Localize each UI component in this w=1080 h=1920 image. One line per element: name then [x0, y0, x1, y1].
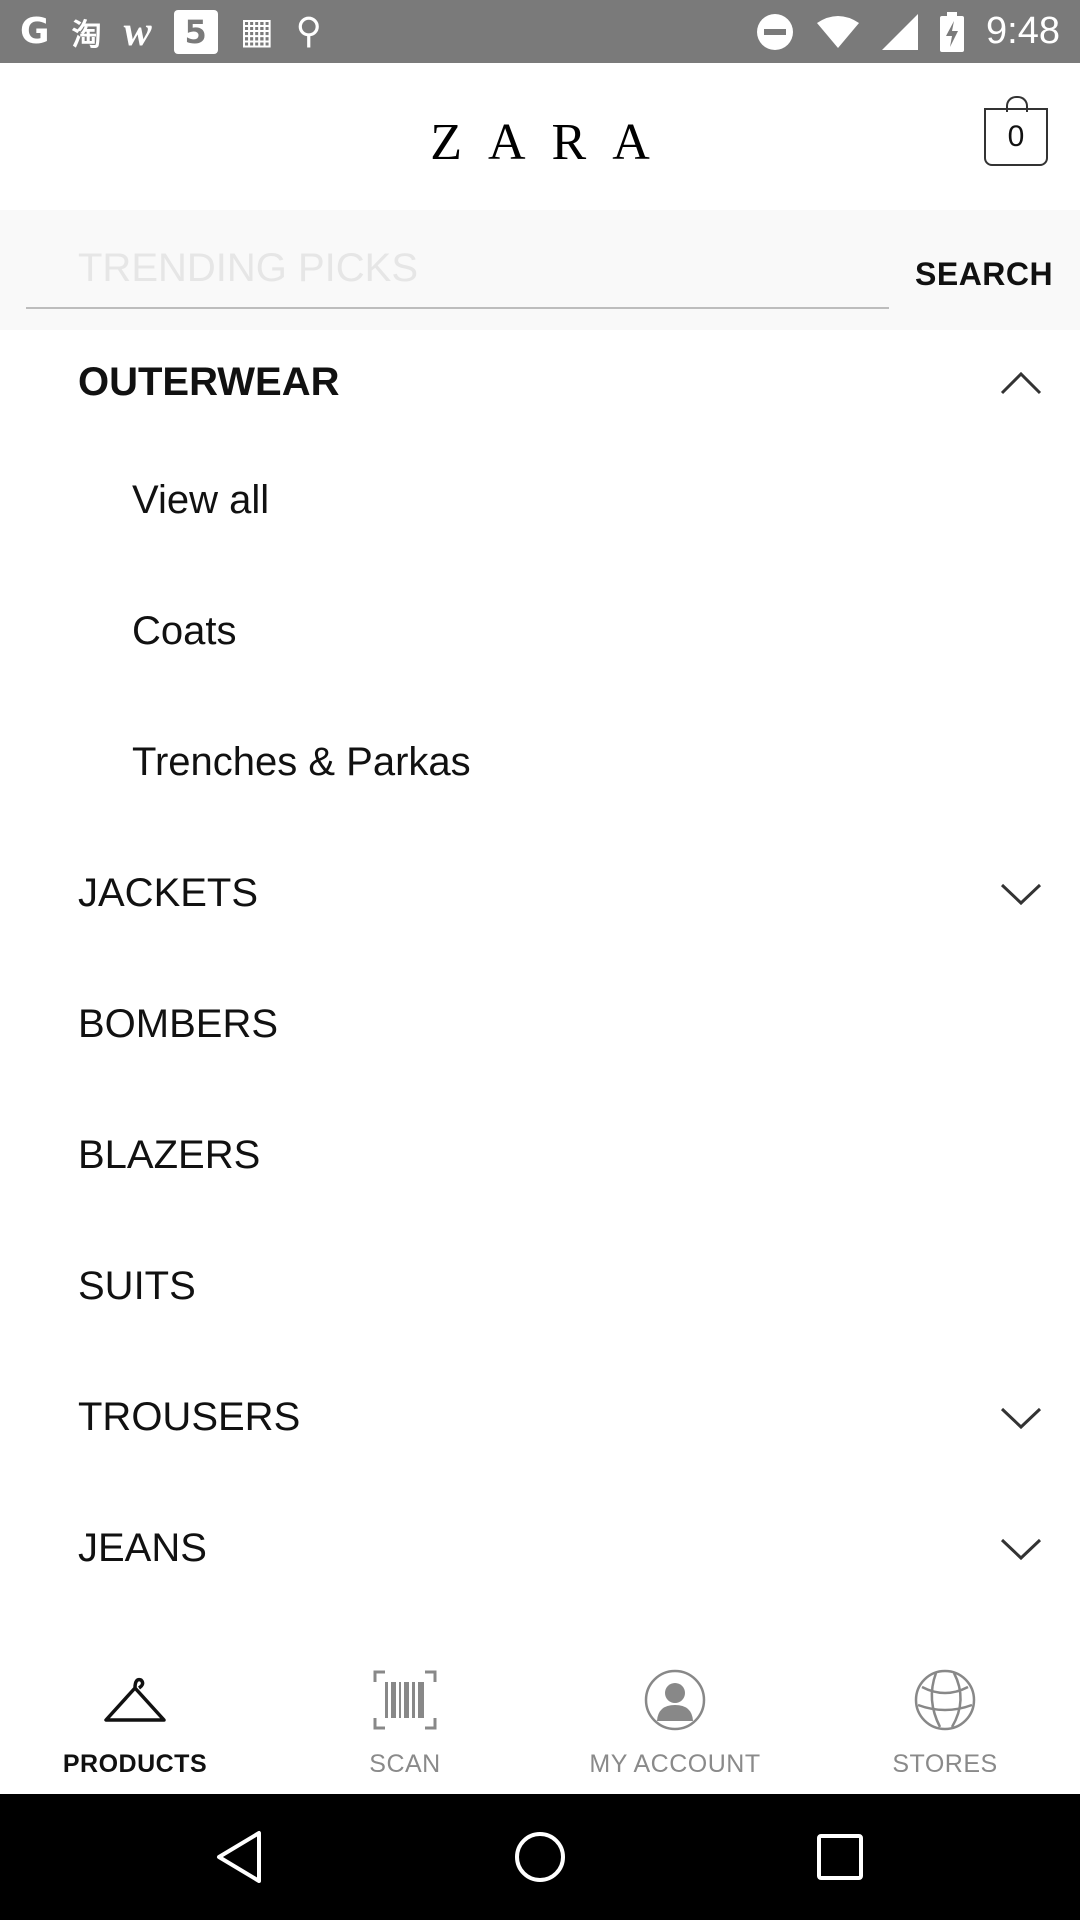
chevron-down-icon[interactable]	[1000, 1406, 1042, 1430]
menu-item-label: OUTERWEAR	[78, 360, 340, 404]
chevron-down-icon[interactable]	[1000, 882, 1042, 906]
chevron-up-icon[interactable]	[1000, 371, 1042, 395]
globe-icon	[913, 1669, 977, 1731]
tab-stores[interactable]: STORES	[810, 1630, 1080, 1794]
search-input[interactable]	[26, 222, 889, 309]
menu-item-suits[interactable]: SUITS	[0, 1221, 1080, 1352]
cart-button[interactable]: 0	[984, 96, 1048, 166]
search-button[interactable]: SEARCH	[915, 256, 1053, 293]
menu-item-label: JEANS	[78, 1526, 207, 1570]
tab-label: STORES	[892, 1750, 998, 1778]
link-icon: ⚲	[295, 11, 322, 52]
recents-icon[interactable]	[800, 1817, 880, 1897]
wifi-icon	[816, 10, 860, 54]
menu-item-label: JACKETS	[78, 871, 259, 915]
taobao-icon: 淘	[71, 17, 102, 53]
submenu-item-label: Coats	[132, 609, 237, 653]
menu-item-jeans[interactable]: JEANS	[0, 1483, 1080, 1614]
menu-item-label: BOMBERS	[78, 1002, 279, 1046]
tab-my-account[interactable]: MY ACCOUNT	[540, 1630, 810, 1794]
menu-item-label: SUITS	[78, 1264, 196, 1308]
submenu-item-trenches-parkas[interactable]: Trenches & Parkas	[0, 697, 1080, 828]
signal-icon	[882, 10, 919, 54]
battery-charging-icon	[940, 10, 965, 54]
category-menu: OUTERWEAR View all Coats Trenches & Park…	[0, 330, 1080, 1630]
back-icon[interactable]	[200, 1817, 280, 1897]
status-time: 9:48	[986, 10, 1060, 52]
menu-item-label: TROUSERS	[78, 1395, 301, 1439]
app-header: ZARA 0	[0, 63, 1080, 210]
tab-products[interactable]: PRODUCTS	[0, 1630, 270, 1794]
tab-label: PRODUCTS	[62, 1750, 208, 1778]
menu-item-jackets[interactable]: JACKETS	[0, 828, 1080, 959]
menu-item-label: BLAZERS	[78, 1133, 261, 1177]
submenu-item-label: Trenches & Parkas	[132, 740, 471, 784]
submenu-item-view-all[interactable]: View all	[0, 435, 1080, 566]
grid-icon: ▦	[239, 11, 274, 52]
status-icons-right: 9:48	[756, 10, 1060, 54]
tab-label: SCAN	[369, 1750, 441, 1778]
google-g-icon: G	[20, 11, 50, 52]
tab-scan[interactable]: SCAN	[270, 1630, 540, 1794]
wish-w-icon: w	[123, 8, 152, 55]
account-icon	[643, 1669, 707, 1731]
hanger-icon	[103, 1670, 167, 1730]
menu-item-trousers[interactable]: TROUSERS	[0, 1352, 1080, 1483]
brand-logo[interactable]: ZARA	[0, 113, 1080, 172]
five-icon: 5	[173, 9, 218, 54]
do-not-disturb-icon	[756, 10, 794, 54]
search-bar: SEARCH	[0, 210, 1080, 330]
status-bar: G 淘 w 5 ▦ ⚲ 9:48	[0, 0, 1080, 63]
screen: G 淘 w 5 ▦ ⚲ 9:48 ZARA 0 TRENDING PICKS S…	[0, 0, 1080, 1920]
menu-item-blazers[interactable]: BLAZERS	[0, 1090, 1080, 1221]
tab-label: MY ACCOUNT	[589, 1750, 761, 1778]
menu-item-outerwear[interactable]: OUTERWEAR	[0, 330, 1080, 435]
submenu-item-coats[interactable]: Coats	[0, 566, 1080, 697]
chevron-down-icon[interactable]	[1000, 1537, 1042, 1561]
bottom-nav: PRODUCTS SCAN MY ACCOUNT STORES	[0, 1630, 1080, 1794]
submenu-item-label: View all	[132, 478, 270, 522]
barcode-icon	[373, 1670, 437, 1730]
menu-item-bombers[interactable]: BOMBERS	[0, 959, 1080, 1090]
cart-count: 0	[1007, 120, 1025, 153]
home-icon[interactable]	[500, 1817, 580, 1897]
status-icons-left: G 淘 w 5 ▦ ⚲	[20, 8, 322, 55]
system-nav-bar	[0, 1794, 1080, 1920]
